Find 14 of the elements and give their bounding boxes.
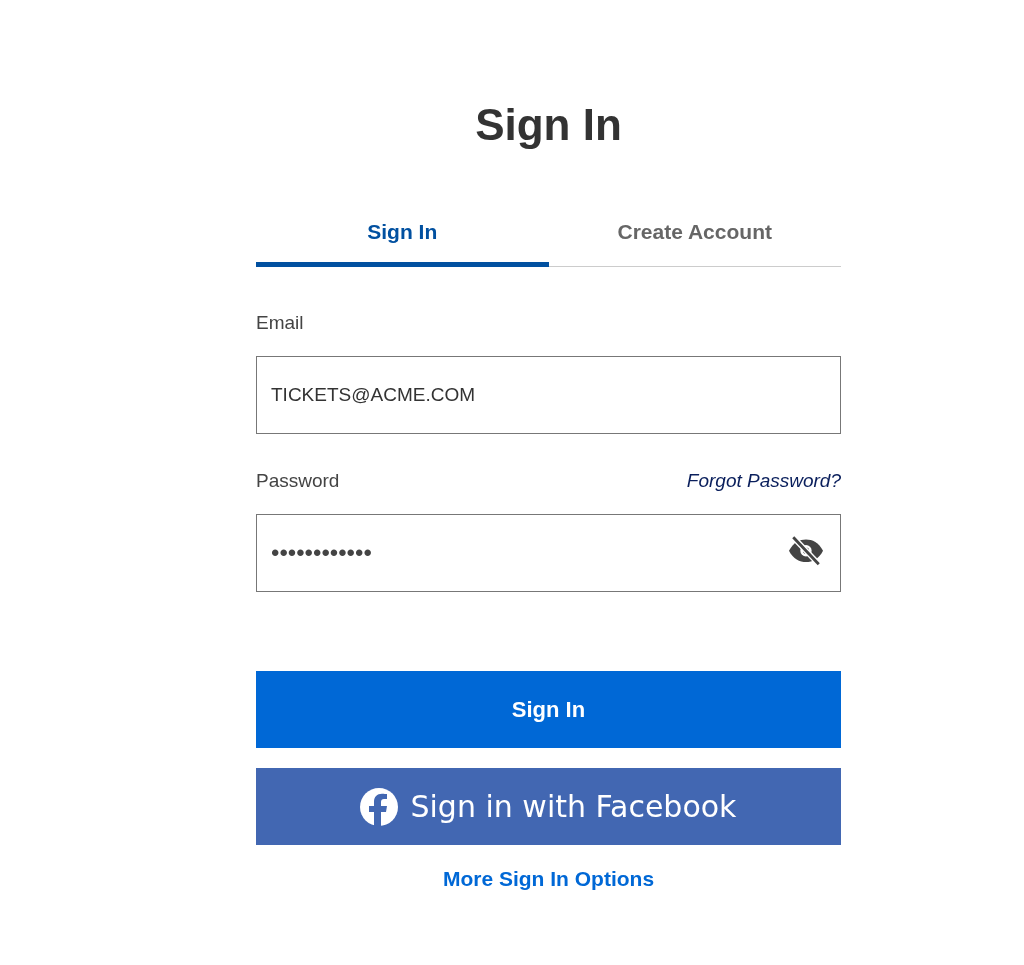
- sign-in-button[interactable]: Sign In: [256, 671, 841, 748]
- facebook-sign-in-button[interactable]: Sign in with Facebook: [256, 768, 841, 845]
- more-sign-in-options-link[interactable]: More Sign In Options: [442, 867, 655, 891]
- tab[interactable]: Sign In: [256, 207, 549, 267]
- password-field[interactable]: ••••••••••••: [256, 514, 841, 592]
- password-value: ••••••••••••: [271, 539, 372, 567]
- forgot-password-link[interactable]: Forgot Password?: [686, 470, 841, 492]
- eye-slash-icon[interactable]: [786, 533, 826, 567]
- facebook-icon: [360, 787, 399, 826]
- email-label: Email: [256, 312, 304, 333]
- email-field[interactable]: TICKETS@ACME.COM: [256, 356, 841, 434]
- password-label: Password: [256, 470, 340, 492]
- tab[interactable]: Create Account: [548, 207, 841, 267]
- page-heading: Sign In: [474, 99, 623, 151]
